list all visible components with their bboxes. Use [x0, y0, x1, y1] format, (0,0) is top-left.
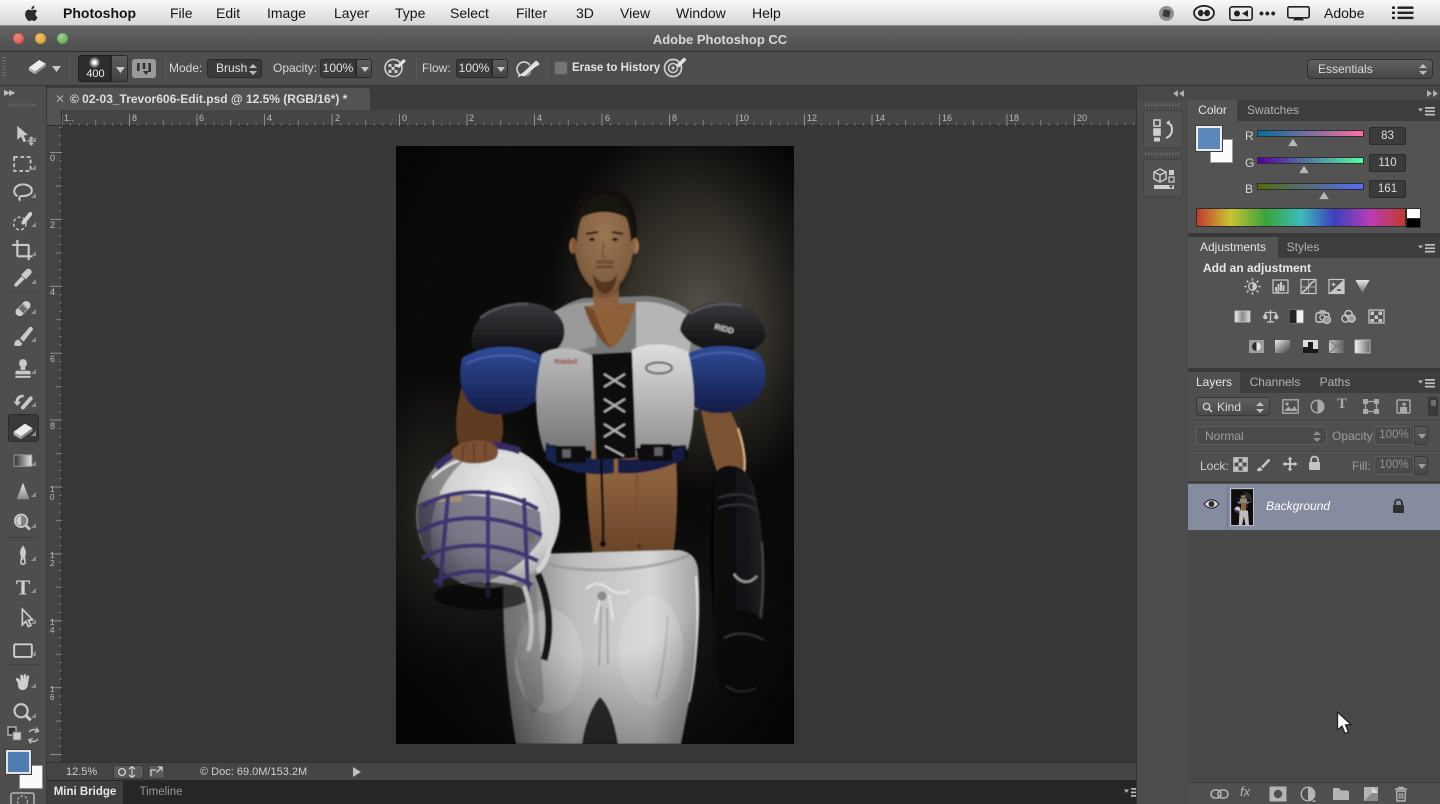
svg-text:2: 2 — [335, 113, 340, 123]
svg-text:8: 8 — [672, 113, 677, 123]
svg-text:16: 16 — [942, 113, 952, 123]
svg-text:10: 10 — [739, 113, 749, 123]
svg-text:12: 12 — [807, 113, 817, 123]
svg-text:4: 4 — [50, 287, 55, 297]
svg-text:14: 14 — [875, 113, 885, 123]
svg-text:6: 6 — [199, 113, 204, 123]
svg-text:4: 4 — [50, 626, 55, 635]
svg-text:4: 4 — [537, 113, 542, 123]
svg-text:2: 2 — [50, 220, 55, 230]
svg-text:0: 0 — [50, 153, 55, 163]
svg-text:8: 8 — [50, 421, 55, 431]
svg-text:6: 6 — [50, 693, 55, 702]
svg-text:2: 2 — [50, 559, 55, 568]
svg-text:0: 0 — [402, 113, 407, 123]
svg-text:0: 0 — [50, 493, 55, 502]
svg-text:20: 20 — [1077, 113, 1087, 123]
svg-text:18: 18 — [1009, 113, 1019, 123]
svg-text:1..: 1.. — [64, 113, 74, 123]
svg-text:6: 6 — [50, 354, 55, 364]
svg-text:8: 8 — [132, 113, 137, 123]
svg-text:T: T — [16, 576, 30, 599]
svg-text:6: 6 — [605, 113, 610, 123]
svg-text:4: 4 — [267, 113, 272, 123]
svg-text:2: 2 — [469, 113, 474, 123]
